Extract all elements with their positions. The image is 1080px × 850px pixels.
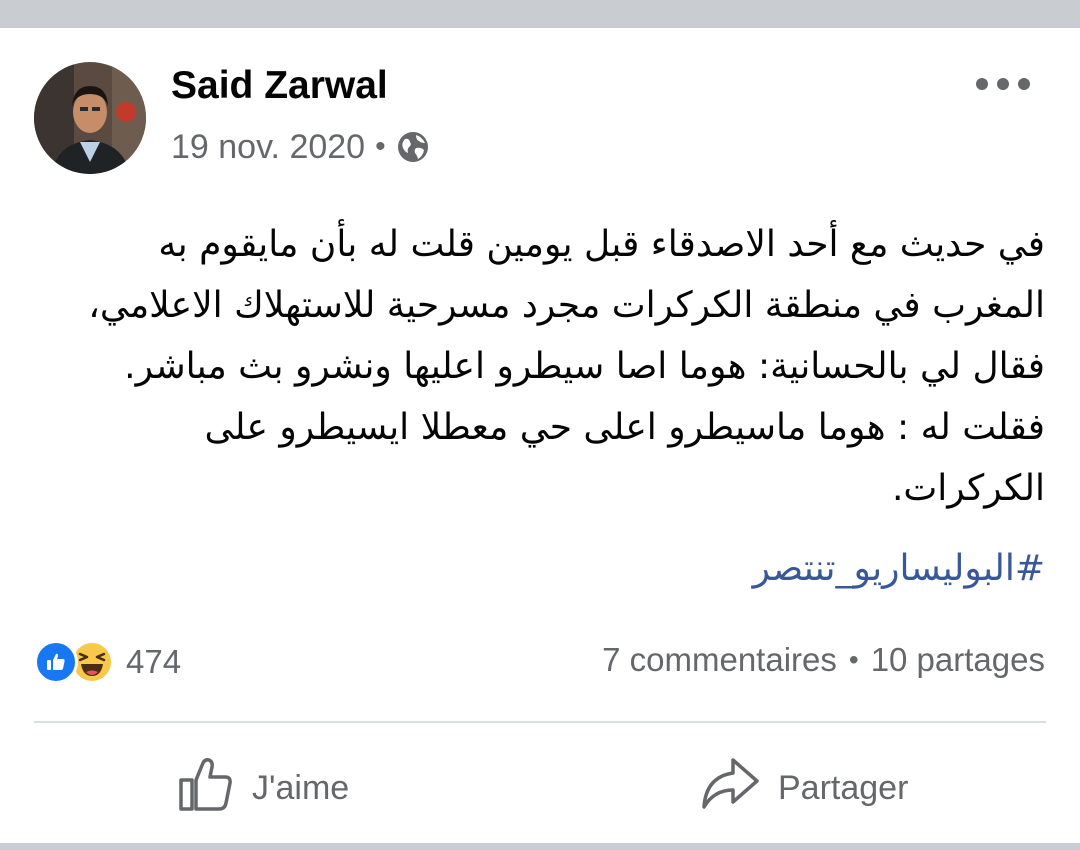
post-text-line: في حديث مع أحد الاصدقاء قبل يومين قلت له… [158,224,1045,265]
reaction-count: 474 [126,643,182,680]
share-button[interactable]: Partager [700,756,908,820]
shares-count[interactable]: 10 partages [871,641,1045,679]
share-label: Partager [778,768,909,807]
post-meta: 19 nov. 2020 • [171,127,430,167]
comments-count[interactable]: 7 commentaires [602,641,837,679]
like-button[interactable]: J'aime [176,756,349,820]
reactions-summary[interactable]: 474 [34,640,181,684]
bottom-frame-bar [0,843,1080,850]
top-frame-bar [0,0,1080,28]
like-label: J'aime [252,768,350,807]
divider [34,721,1046,723]
like-icon [34,640,78,684]
author-name[interactable]: Said Zarwal [171,64,388,108]
post-text: في حديث مع أحد الاصدقاء قبل يومين قلت له… [60,214,1045,519]
avatar-photo [34,62,146,174]
post-text-line: الكركرات. [891,468,1045,509]
post-text-line: المغرب في منطقة الكركرات مجرد مسرحية للا… [88,285,1045,326]
stats-separator: • [848,644,859,675]
thumbs-up-icon [176,755,234,822]
post-text-line: فقلت له : هوما ماسيطرو اعلى حي معطلا ايس… [204,407,1045,448]
more-options-icon[interactable] [976,70,1030,98]
post-date[interactable]: 19 nov. 2020 [171,128,365,167]
share-arrow-icon [700,755,760,822]
post-stats: 7 commentaires • 10 partages [602,641,1045,679]
post-text-line: فقال لي بالحسانية: هوما اصا سيطرو اعليها… [124,346,1045,387]
avatar[interactable] [34,62,146,174]
hashtag-link[interactable]: #البوليساريو_تنتصر [560,540,1045,598]
globe-icon [396,130,430,164]
meta-separator: • [375,130,386,163]
